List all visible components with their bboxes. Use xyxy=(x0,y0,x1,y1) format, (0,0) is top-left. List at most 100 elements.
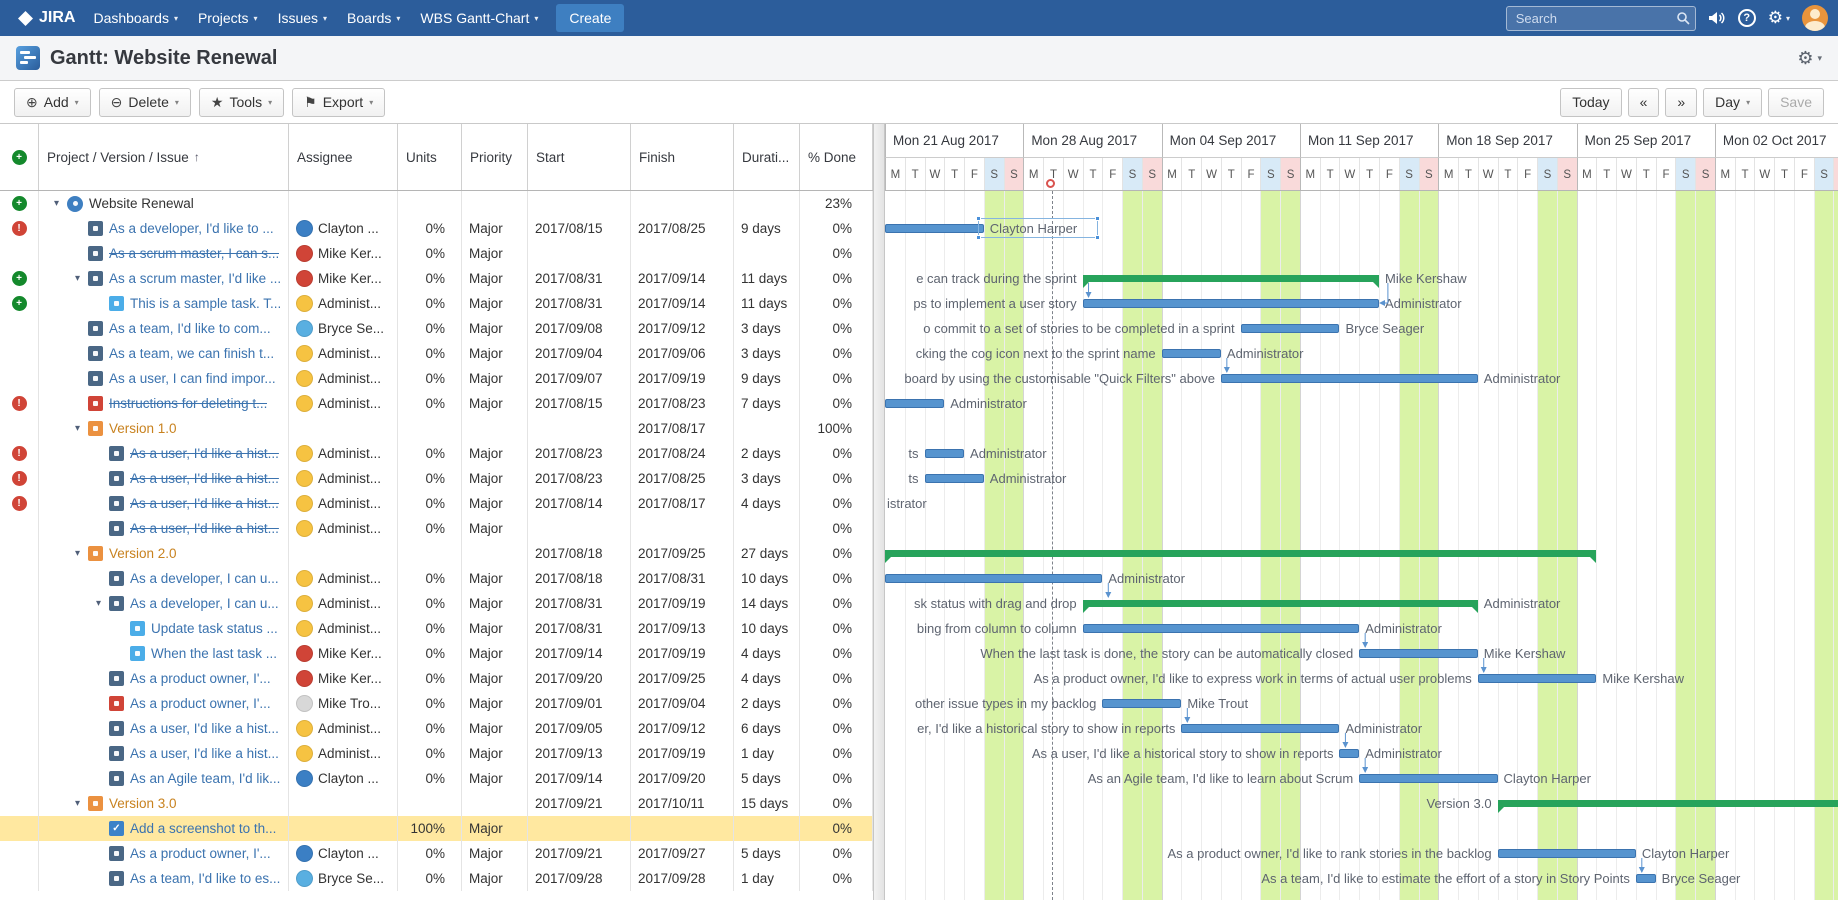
nav-boards[interactable]: Boards▾ xyxy=(337,0,410,36)
timescale-button[interactable]: Day▾ xyxy=(1703,88,1762,117)
table-row[interactable]: As a team, I'd like to com...Bryce Se...… xyxy=(0,316,873,341)
summary-bar[interactable] xyxy=(885,550,1596,557)
table-row[interactable]: !As a user, I'd like a hist...Administ..… xyxy=(0,466,873,491)
summary-bar[interactable] xyxy=(1083,275,1379,282)
task-bar[interactable] xyxy=(1359,649,1478,658)
search-input[interactable] xyxy=(1506,6,1696,31)
expander-icon[interactable]: ▾ xyxy=(75,423,88,434)
col-header-duration[interactable]: Durati... xyxy=(734,124,800,190)
issue-link[interactable]: As a scrum master, I can s... xyxy=(109,246,279,261)
task-bar[interactable] xyxy=(1083,624,1360,633)
task-bar[interactable] xyxy=(1498,849,1636,858)
issue-link[interactable]: As a team, we can finish t... xyxy=(109,346,274,361)
user-avatar[interactable] xyxy=(1802,5,1828,31)
help-icon[interactable]: ? xyxy=(1738,9,1756,27)
nav-dashboards[interactable]: Dashboards▾ xyxy=(83,0,188,36)
issue-link[interactable]: As a team, I'd like to com... xyxy=(109,321,271,336)
save-button[interactable]: Save xyxy=(1768,88,1824,117)
table-row[interactable]: As a user, I'd like a hist...Administ...… xyxy=(0,716,873,741)
delete-button[interactable]: ⊖Delete▾ xyxy=(99,88,191,117)
col-header-assignee[interactable]: Assignee xyxy=(289,124,398,190)
table-row[interactable]: As a user, I'd like a hist...Administ...… xyxy=(0,516,873,541)
issue-link[interactable]: Instructions for deleting t... xyxy=(109,396,267,411)
expander-icon[interactable]: ▾ xyxy=(96,598,109,609)
nav-wbs-gantt-chart[interactable]: WBS Gantt-Chart▾ xyxy=(410,0,548,36)
scroll-left-button[interactable]: « xyxy=(1628,88,1660,117)
admin-gear-icon[interactable]: ⚙▾ xyxy=(1768,8,1790,28)
issue-link[interactable]: As a user, I'd like a hist... xyxy=(130,496,279,511)
task-bar[interactable] xyxy=(1478,674,1597,683)
table-row[interactable]: ▾Version 2.02017/08/182017/09/2527 days0… xyxy=(0,541,873,566)
col-header-done[interactable]: % Done xyxy=(800,124,873,190)
issue-link[interactable]: As a developer, I'd like to ... xyxy=(109,221,274,236)
expander-icon[interactable]: ▾ xyxy=(75,548,88,559)
jira-logo[interactable]: JIRA xyxy=(10,9,83,27)
issue-link[interactable]: As a product owner, I'... xyxy=(130,846,271,861)
create-button[interactable]: Create xyxy=(556,4,624,32)
task-bar[interactable] xyxy=(885,399,944,408)
issue-link[interactable]: Add a screenshot to th... xyxy=(130,821,276,836)
issue-link[interactable]: As a user, I'd like a hist... xyxy=(130,471,279,486)
issue-link[interactable]: As a user, I'd like a hist... xyxy=(130,721,279,736)
table-row[interactable]: ▾As a developer, I can u...Administ...0%… xyxy=(0,591,873,616)
task-bar[interactable] xyxy=(1339,749,1359,758)
task-bar[interactable] xyxy=(885,574,1102,583)
issue-link[interactable]: As an Agile team, I'd lik... xyxy=(130,771,280,786)
table-row[interactable]: As a scrum master, I can s...Mike Ker...… xyxy=(0,241,873,266)
summary-bar[interactable] xyxy=(1083,600,1478,607)
expander-icon[interactable]: ▾ xyxy=(75,273,88,284)
add-button[interactable]: ⊕Add▾ xyxy=(14,88,91,117)
table-row[interactable]: As a product owner, I'...Clayton ...0%Ma… xyxy=(0,841,873,866)
summary-bar[interactable] xyxy=(1498,800,1838,807)
issue-link[interactable]: As a developer, I can u... xyxy=(130,571,279,586)
col-header-priority[interactable]: Priority xyxy=(462,124,528,190)
table-row[interactable]: ▾Version 3.02017/09/212017/10/1115 days0… xyxy=(0,791,873,816)
announcement-icon[interactable] xyxy=(1708,10,1726,26)
issue-link[interactable]: As a user, I'd like a hist... xyxy=(130,521,279,536)
table-row[interactable]: !As a developer, I'd like to ...Clayton … xyxy=(0,216,873,241)
table-row[interactable]: ▾Version 1.02017/08/17100% xyxy=(0,416,873,441)
task-bar[interactable] xyxy=(885,224,984,233)
panel-splitter[interactable] xyxy=(873,124,885,900)
issue-link[interactable]: As a team, I'd like to es... xyxy=(130,871,280,886)
expander-icon[interactable]: ▾ xyxy=(54,198,67,209)
table-row[interactable]: !Instructions for deleting t...Administ.… xyxy=(0,391,873,416)
task-bar[interactable] xyxy=(1083,299,1379,308)
selection-handle[interactable] xyxy=(976,235,981,240)
nav-issues[interactable]: Issues▾ xyxy=(268,0,337,36)
selection-handle[interactable] xyxy=(976,216,981,221)
today-button[interactable]: Today xyxy=(1560,88,1621,117)
table-row[interactable]: When the last task ...Mike Ker...0%Major… xyxy=(0,641,873,666)
task-bar[interactable] xyxy=(925,449,965,458)
table-row[interactable]: As a team, we can finish t...Administ...… xyxy=(0,341,873,366)
task-bar[interactable] xyxy=(1181,724,1339,733)
task-bar[interactable] xyxy=(1221,374,1478,383)
col-header-units[interactable]: Units xyxy=(398,124,462,190)
expander-icon[interactable]: ▾ xyxy=(75,798,88,809)
task-bar[interactable] xyxy=(1241,324,1340,333)
issue-link[interactable]: This is a sample task. T... xyxy=(130,296,281,311)
table-row[interactable]: ✓Add a screenshot to th...100%Major0% xyxy=(0,816,873,841)
table-row[interactable]: +▾Website Renewal23% xyxy=(0,191,873,216)
issue-link[interactable]: As a product owner, I'... xyxy=(130,696,271,711)
table-row[interactable]: As an Agile team, I'd lik...Clayton ...0… xyxy=(0,766,873,791)
issue-link[interactable]: As a user, I'd like a hist... xyxy=(130,746,279,761)
table-row[interactable]: As a user, I can find impor...Administ..… xyxy=(0,366,873,391)
task-bar[interactable] xyxy=(1636,874,1656,883)
col-header-issue[interactable]: Project / Version / Issue↑ xyxy=(39,124,289,190)
col-header-finish[interactable]: Finish xyxy=(631,124,734,190)
selection-handle[interactable] xyxy=(1095,235,1100,240)
table-row[interactable]: +This is a sample task. T...Administ...0… xyxy=(0,291,873,316)
issue-link[interactable]: Update task status ... xyxy=(151,621,278,636)
issue-link[interactable]: As a product owner, I'... xyxy=(130,671,271,686)
issue-link[interactable]: When the last task ... xyxy=(151,646,277,661)
page-settings-button[interactable]: ⚙▾ xyxy=(1797,48,1822,69)
table-row[interactable]: As a team, I'd like to es...Bryce Se...0… xyxy=(0,866,873,891)
task-bar[interactable] xyxy=(1102,699,1181,708)
table-row[interactable]: +▾As a scrum master, I'd like ...Mike Ke… xyxy=(0,266,873,291)
selection-handle[interactable] xyxy=(1095,216,1100,221)
issue-link[interactable]: As a scrum master, I'd like ... xyxy=(109,271,281,286)
task-bar[interactable] xyxy=(1162,349,1221,358)
scroll-right-button[interactable]: » xyxy=(1665,88,1697,117)
tools-button[interactable]: ★Tools▾ xyxy=(199,88,284,117)
